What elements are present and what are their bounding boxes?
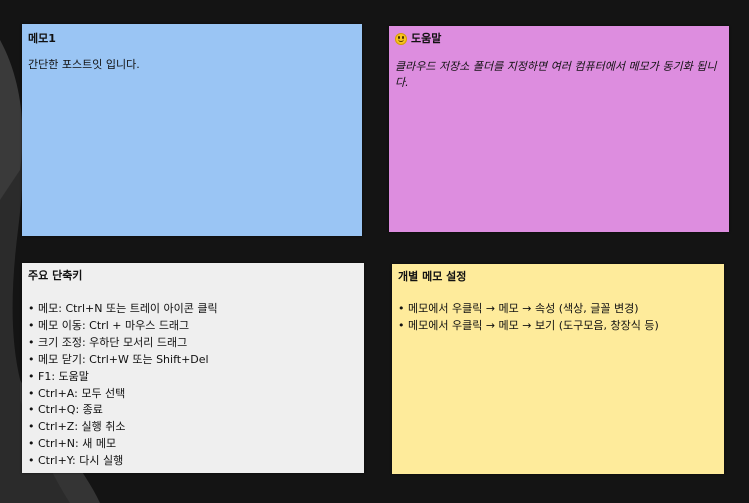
note-title: 개별 메모 설정: [398, 270, 467, 283]
list-item: • 크기 조정: 우하단 모서리 드래그: [28, 335, 188, 349]
note-title: 메모1: [28, 32, 56, 45]
smiley-emoji-icon: [395, 33, 407, 45]
list-item: • 메모에서 우클릭 → 메모 → 속성 (색상, 글꼴 변경): [398, 302, 639, 315]
list-item: • 메모 이동: Ctrl + 마우스 드래그: [28, 318, 190, 332]
list-item: • Ctrl+Z: 실행 취소: [28, 420, 126, 434]
list-item: • 메모: Ctrl+N 또는 트레이 아이콘 클릭: [28, 302, 218, 315]
list-item: • 메모 닫기: Ctrl+W 또는 Shift+Del: [28, 352, 209, 366]
list-item: • Ctrl+A: 모두 선택: [28, 386, 126, 400]
note-body: 간단한 포스트잇 입니다.: [28, 58, 140, 71]
sticky-note-help[interactable]: 도움말 클라우드 저장소 폴더를 지정하면 여러 컴퓨터에서 메모가 동기화 됩…: [389, 26, 729, 232]
settings-list: • 메모에서 우클릭 → 메모 → 속성 (색상, 글꼴 변경) • 메모에서 우클…: [398, 301, 718, 335]
list-item: • 메모에서 우클릭 → 메모 → 보기 (도구모음, 창장식 등): [398, 318, 659, 332]
note-title-row: 도움말: [395, 32, 723, 46]
list-item: • F1: 도움말: [28, 369, 89, 383]
sticky-note-memo1[interactable]: 메모1 간단한 포스트잇 입니다.: [22, 24, 362, 236]
list-item: • Ctrl+N: 새 메모: [28, 437, 117, 451]
note-title: 도움말: [411, 32, 442, 45]
list-item: • Ctrl+Y: 다시 실행: [28, 454, 124, 468]
note-body: 클라우드 저장소 폴더를 지정하면 여러 컴퓨터에서 메모가 동기화 됩니다.: [395, 60, 717, 89]
sticky-note-shortcuts[interactable]: 주요 단축키 • 메모: Ctrl+N 또는 트레이 아이콘 클릭 • 메모 이동:…: [22, 263, 364, 473]
list-item: • Ctrl+Q: 종료: [28, 403, 103, 417]
note-title: 주요 단축키: [28, 269, 83, 282]
shortcut-list: • 메모: Ctrl+N 또는 트레이 아이콘 클릭 • 메모 이동: Ctrl +…: [28, 301, 358, 470]
sticky-note-settings[interactable]: 개별 메모 설정 • 메모에서 우클릭 → 메모 → 속성 (색상, 글꼴 변경)…: [392, 264, 724, 474]
